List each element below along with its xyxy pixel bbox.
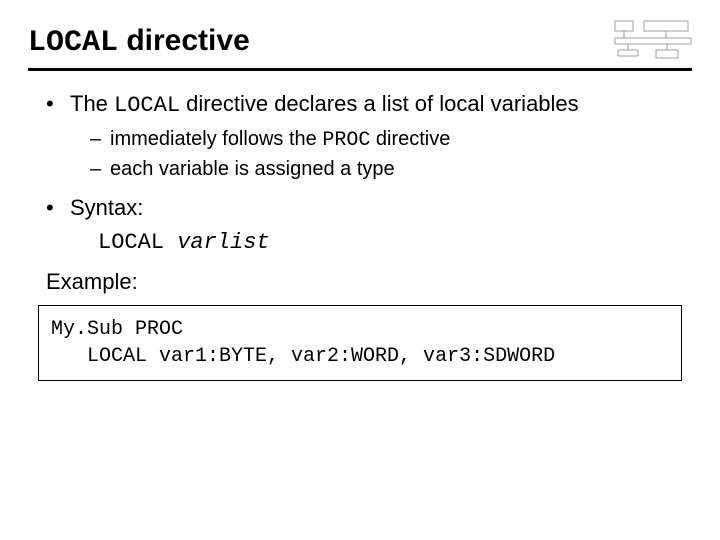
syntax-varlist: varlist — [177, 230, 269, 255]
sub-1a-pre: immediately follows the — [110, 128, 322, 150]
example-label: Example: — [28, 269, 692, 295]
sub-1a: immediately follows the PROC directive — [90, 125, 692, 155]
sub-1b-pre: each variable is assigned a type — [110, 158, 395, 180]
bullet-1-post: directive declares a list of local varia… — [180, 91, 579, 116]
cpu-diagram-icon — [614, 20, 692, 62]
title-rest: directive — [118, 24, 250, 57]
sub-1a-post: directive — [370, 128, 450, 150]
bullet-1: The LOCAL directive declares a list of l… — [46, 89, 692, 183]
bullet-1-kw: LOCAL — [114, 93, 180, 118]
title-keyword: LOCAL — [28, 26, 118, 60]
code-example-box: My.Sub PROC LOCAL var1:BYTE, var2:WORD, … — [38, 305, 682, 381]
slide-title: LOCAL directive — [28, 24, 250, 60]
sub-1a-kw: PROC — [322, 129, 370, 152]
sub-list-1: immediately follows the PROC directive e… — [70, 125, 692, 183]
syntax-line: LOCAL varlist — [28, 228, 692, 255]
sub-1b: each variable is assigned a type — [90, 155, 692, 183]
syntax-keyword: LOCAL — [98, 230, 177, 255]
main-bullets: The LOCAL directive declares a list of l… — [28, 89, 692, 222]
slide-header: LOCAL directive — [28, 24, 692, 71]
bullet-1-pre: The — [70, 91, 114, 116]
bullet-2-pre: Syntax: — [70, 195, 143, 220]
bullet-2: Syntax: — [46, 193, 692, 223]
